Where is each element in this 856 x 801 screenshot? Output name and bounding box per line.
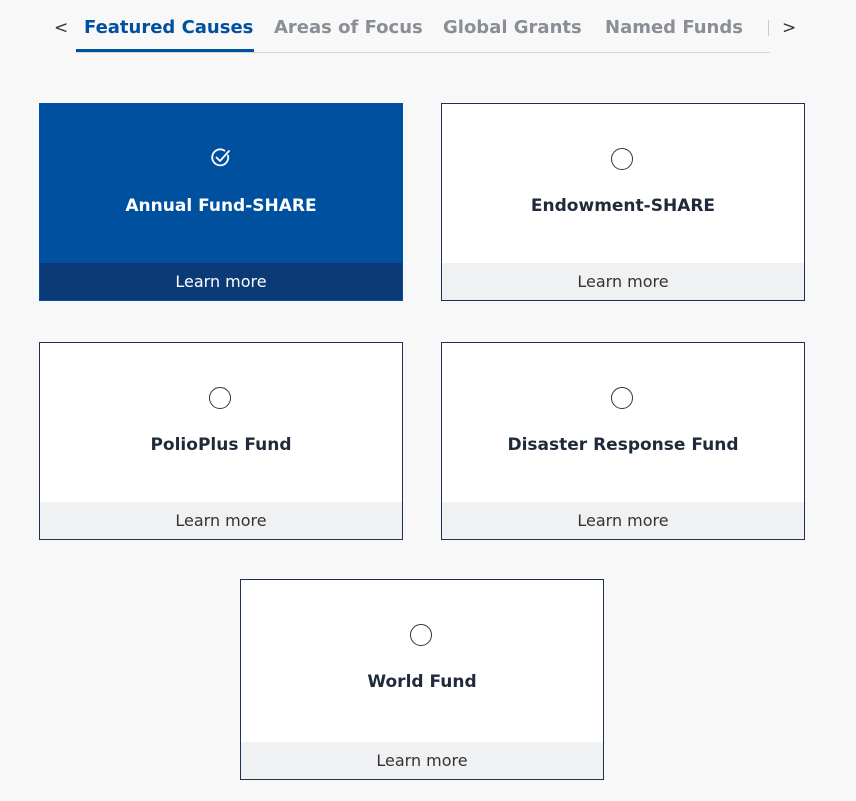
radio-empty-icon[interactable]	[410, 624, 432, 646]
tabs-next-arrow[interactable]: >	[782, 16, 796, 40]
learn-more-link[interactable]: Learn more	[40, 502, 402, 539]
tabs-prev-arrow[interactable]: <	[54, 16, 68, 40]
cause-card-title: World Fund	[367, 672, 477, 692]
cause-card-disaster-response-fund[interactable]: Disaster Response Fund Learn more	[441, 342, 805, 540]
tab-featured-causes[interactable]: Featured Causes	[84, 16, 253, 40]
radio-empty-icon[interactable]	[611, 387, 633, 409]
cause-card-annual-fund-share[interactable]: Annual Fund-SHARE Learn more	[39, 103, 403, 301]
cause-card-world-fund[interactable]: World Fund Learn more	[240, 579, 604, 780]
learn-more-link[interactable]: Learn more	[241, 742, 603, 779]
cause-card-title: Endowment-SHARE	[530, 196, 716, 216]
radio-empty-icon[interactable]	[611, 148, 633, 170]
cause-card-title: Disaster Response Fund	[507, 435, 739, 455]
radio-empty-icon[interactable]	[209, 387, 231, 409]
tab-divider	[768, 20, 769, 36]
cause-tab-bar: < Featured Causes Areas of Focus Global …	[0, 0, 856, 60]
cause-card-title: PolioPlus Fund	[150, 435, 292, 455]
cause-card-title: Annual Fund-SHARE	[125, 196, 317, 216]
learn-more-link[interactable]: Learn more	[40, 263, 402, 300]
learn-more-link[interactable]: Learn more	[442, 263, 804, 300]
cause-card-endowment-share[interactable]: Endowment-SHARE Learn more	[441, 103, 805, 301]
learn-more-link[interactable]: Learn more	[442, 502, 804, 539]
tab-strip: Featured Causes Areas of Focus Global Gr…	[76, 0, 770, 53]
tab-areas-of-focus[interactable]: Areas of Focus	[274, 16, 423, 40]
cause-card-polioplus-fund[interactable]: PolioPlus Fund Learn more	[39, 342, 403, 540]
active-tab-indicator	[76, 49, 254, 52]
tab-named-funds[interactable]: Named Funds	[605, 16, 743, 40]
tab-global-grants[interactable]: Global Grants	[443, 16, 582, 40]
check-circle-icon	[211, 148, 230, 167]
